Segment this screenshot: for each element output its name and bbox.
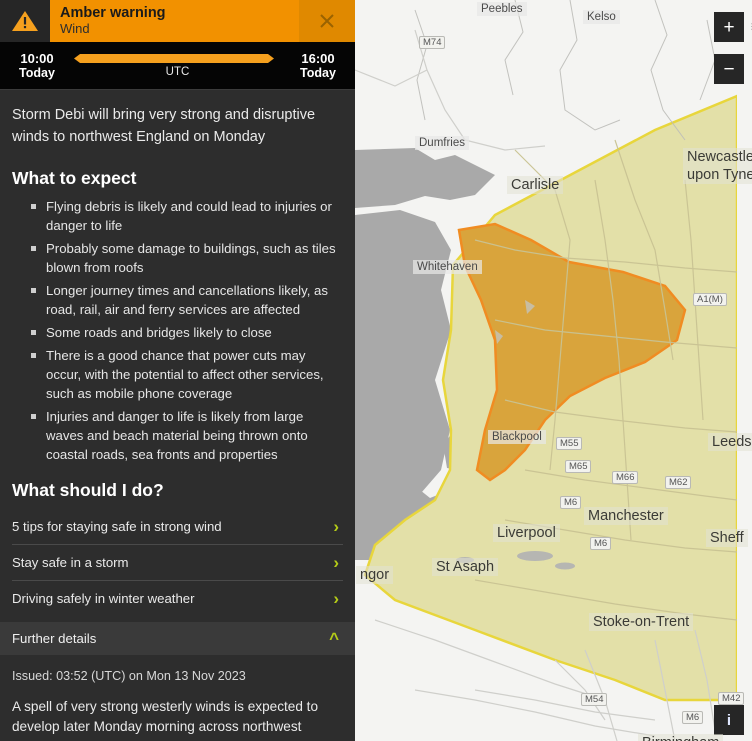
advice-link-label: 5 tips for staying safe in strong wind <box>12 519 222 534</box>
timeline-end: 16:00 Today <box>289 51 347 81</box>
list-item: Longer journey times and cancellations l… <box>12 281 343 319</box>
advice-link-strong-wind[interactable]: 5 tips for staying safe in strong wind › <box>12 509 343 545</box>
zoom-out-button[interactable]: − <box>714 54 744 84</box>
list-item: Injuries and danger to life is likely fr… <box>12 407 343 464</box>
further-details-label: Further details <box>12 631 97 646</box>
close-icon[interactable] <box>299 0 355 42</box>
chevron-right-icon: › <box>333 588 339 608</box>
timeline-start: 10:00 Today <box>8 51 66 81</box>
list-item: Flying debris is likely and could lead t… <box>12 197 343 235</box>
warning-subtitle: Wind <box>60 21 90 36</box>
what-should-i-do-heading: What should I do? <box>12 480 164 500</box>
timeline-end-time: 16:00 <box>301 50 335 66</box>
map-basemap <box>355 0 737 741</box>
zoom-in-button[interactable]: + <box>714 12 744 42</box>
warning-lede: Storm Debi will bring very strong and di… <box>12 107 316 145</box>
advice-link-driving[interactable]: Driving safely in winter weather › <box>12 581 343 616</box>
issued-timestamp: Issued: 03:52 (UTC) on Mon 13 Nov 2023 <box>12 669 246 683</box>
chevron-up-icon: ^ <box>329 628 339 648</box>
timeline-timezone: UTC <box>165 65 190 78</box>
timeline-bar-area: UTC <box>66 46 289 86</box>
list-item: Some roads and bridges likely to close <box>12 323 343 342</box>
further-details-toggle[interactable]: Further details ^ <box>0 622 355 655</box>
list-item: Probably some damage to buildings, such … <box>12 239 343 277</box>
warning-body: Storm Debi will bring very strong and di… <box>0 90 355 741</box>
what-to-expect-list: Flying debris is likely and could lead t… <box>12 197 343 464</box>
further-details-text: A spell of very strong westerly winds is… <box>12 699 329 741</box>
warning-title: Amber warning <box>60 5 166 21</box>
warning-timeline: 10:00 Today UTC 16:00 Today <box>0 42 355 90</box>
advice-link-label: Stay safe in a storm <box>12 555 129 570</box>
warning-titles: Amber warning Wind <box>50 0 299 42</box>
warning-triangle-icon <box>0 0 50 42</box>
list-item: There is a good chance that power cuts m… <box>12 346 343 403</box>
chevron-right-icon: › <box>333 552 339 572</box>
advice-link-label: Driving safely in winter weather <box>12 591 195 606</box>
timeline-end-day: Today <box>300 65 336 80</box>
timeline-start-day: Today <box>19 65 55 80</box>
warning-detail-panel: Amber warning Wind 10:00 Today UTC 16:00… <box>0 0 355 741</box>
timeline-bar <box>74 53 274 63</box>
what-to-expect-heading: What to expect <box>12 168 137 188</box>
warning-header: Amber warning Wind <box>0 0 355 42</box>
warning-page: Amber warning Wind 10:00 Today UTC 16:00… <box>0 0 752 741</box>
chevron-right-icon: › <box>333 516 339 536</box>
advice-link-storm[interactable]: Stay safe in a storm › <box>12 545 343 581</box>
weather-warning-map[interactable]: Met Office + − i Amber Wind › Yellow Win… <box>355 0 752 741</box>
map-info-button[interactable]: i <box>714 705 744 735</box>
advice-link-list: 5 tips for staying safe in strong wind ›… <box>12 509 343 616</box>
timeline-start-time: 10:00 <box>20 50 54 66</box>
